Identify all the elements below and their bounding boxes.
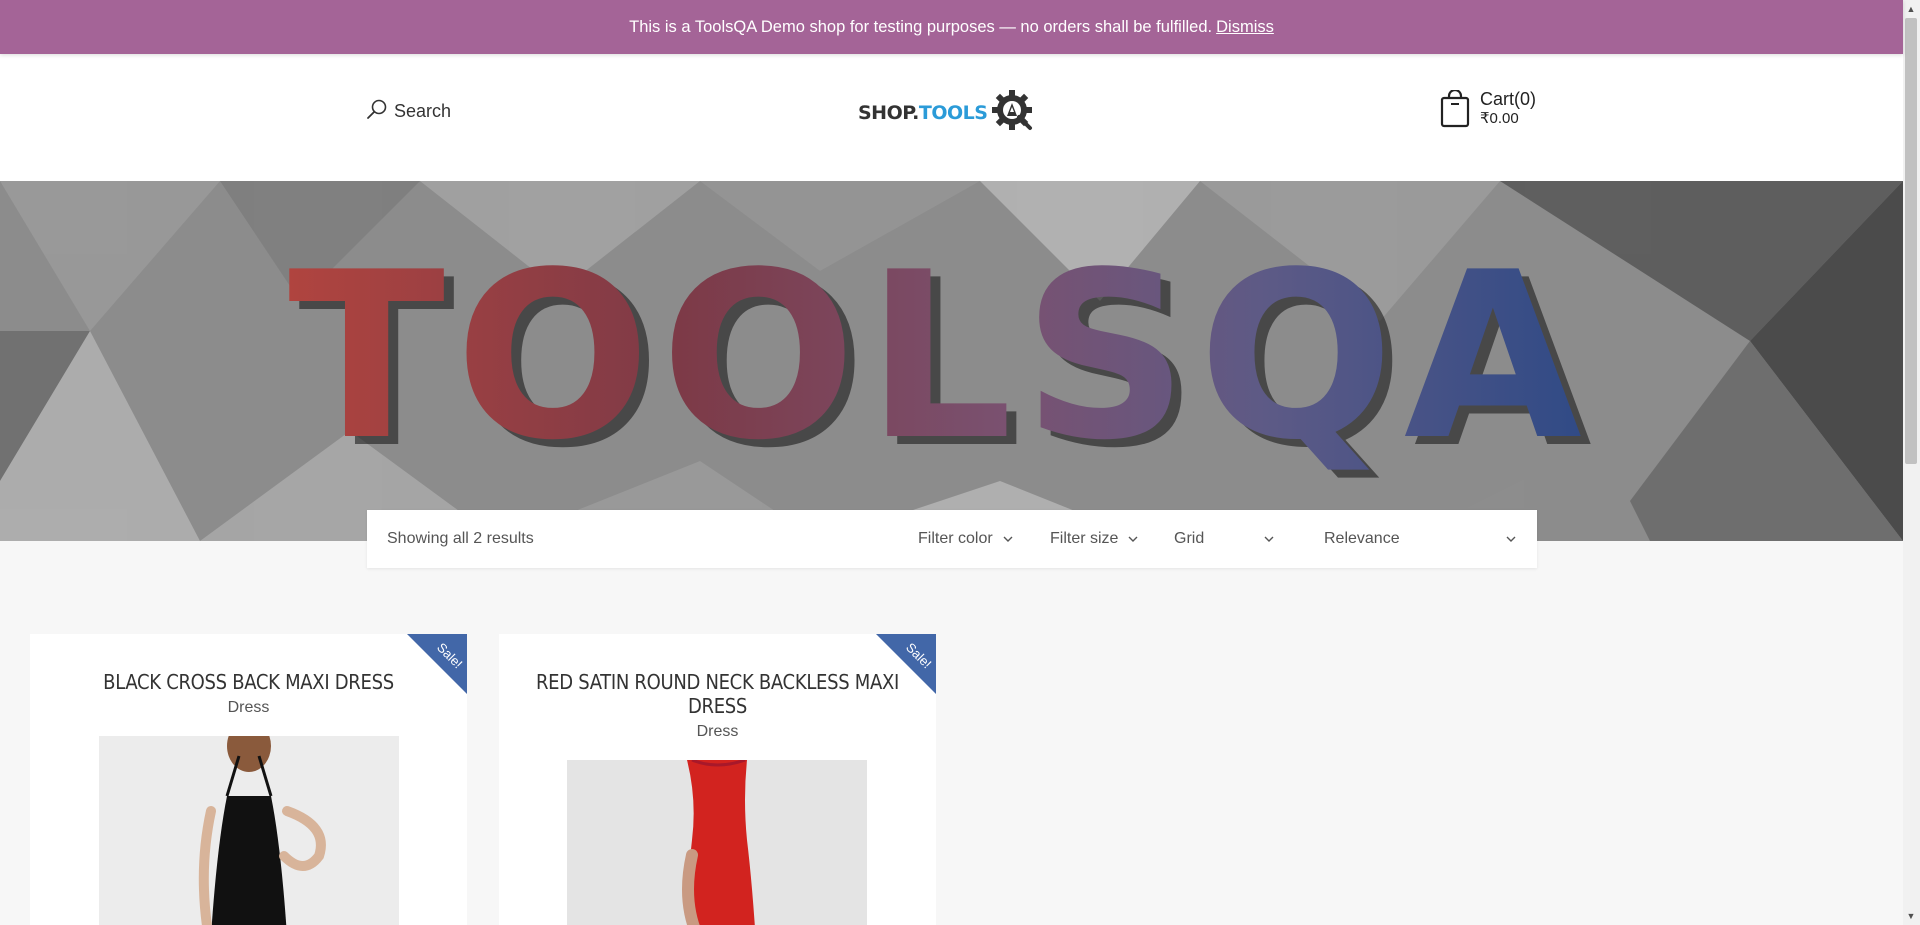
site-logo[interactable]: SHOP.TOOLS <box>858 88 1048 139</box>
product-image[interactable] <box>567 760 867 925</box>
logo-text-shop: SHOP. <box>858 102 919 124</box>
shop-toolbar: Showing all 2 results Filter color Filte… <box>367 510 1537 568</box>
dress-image <box>99 736 399 925</box>
product-title[interactable]: RED SATIN ROUND NECK BACKLESS MAXI DRESS <box>499 634 936 718</box>
product-category[interactable]: Dress <box>30 699 467 717</box>
chevron-down-icon <box>1003 536 1013 542</box>
view-label: Grid <box>1174 530 1205 547</box>
filter-color-label: Filter color <box>918 530 993 547</box>
cart-summary: Cart(0) ₹0.00 <box>1480 90 1536 126</box>
scroll-down-arrow[interactable]: ▼ <box>1905 909 1917 923</box>
banner-text: TOOLSQA <box>288 224 1592 491</box>
logo-text-tools: TOOLS <box>918 102 988 124</box>
cart-count: Cart(0) <box>1480 89 1537 109</box>
hero-banner: TOOLSQA TOOLSQA <box>0 181 1903 541</box>
shopping-bag-icon <box>1440 88 1470 133</box>
gear-qa-icon <box>990 88 1036 139</box>
scroll-up-arrow[interactable]: ▲ <box>1905 2 1917 16</box>
cart-button[interactable]: Cart(0) ₹0.00 <box>1440 88 1536 133</box>
filter-size-dropdown[interactable]: Filter size <box>1050 530 1138 548</box>
sort-label: Relevance <box>1324 530 1400 547</box>
banner-graphic: TOOLSQA TOOLSQA <box>0 181 1903 541</box>
product-category[interactable]: Dress <box>499 723 936 741</box>
scrollbar-thumb[interactable] <box>1905 18 1917 464</box>
dismiss-link[interactable]: Dismiss <box>1216 18 1274 37</box>
product-title[interactable]: BLACK CROSS BACK MAXI DRESS <box>30 634 467 694</box>
logo-text: SHOP.TOOLS <box>858 102 988 124</box>
search-icon <box>366 98 388 125</box>
sort-dropdown[interactable]: Relevance <box>1324 530 1516 548</box>
chevron-down-icon <box>1128 536 1138 542</box>
product-image[interactable] <box>99 736 399 925</box>
chevron-down-icon <box>1506 536 1516 542</box>
product-card[interactable]: Sale! RED SATIN ROUND NECK BACKLESS MAXI… <box>499 634 936 925</box>
sale-badge: Sale! <box>407 634 467 694</box>
store-notice: This is a ToolsQA Demo shop for testing … <box>0 0 1903 54</box>
store-notice-text: This is a ToolsQA Demo shop for testing … <box>629 17 1213 36</box>
dress-image <box>567 760 867 925</box>
chevron-down-icon <box>1264 536 1274 542</box>
filter-color-dropdown[interactable]: Filter color <box>918 530 1013 548</box>
sale-badge: Sale! <box>876 634 936 694</box>
filter-size-label: Filter size <box>1050 530 1119 547</box>
results-count: Showing all 2 results <box>387 530 534 547</box>
product-card[interactable]: Sale! BLACK CROSS BACK MAXI DRESS Dress <box>30 634 467 925</box>
view-dropdown[interactable]: Grid <box>1174 530 1274 548</box>
search-button[interactable]: Search <box>366 98 451 125</box>
search-label: Search <box>394 101 452 121</box>
cart-total: ₹0.00 <box>1480 110 1519 127</box>
